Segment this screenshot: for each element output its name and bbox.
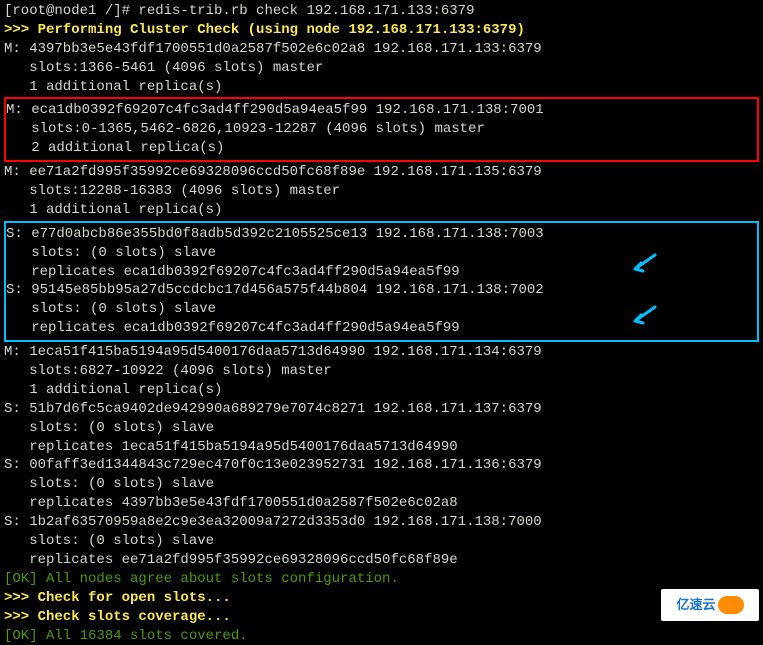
arrow-annotation-2: [629, 305, 657, 338]
ok-config-line: [OK] All nodes agree about slots configu…: [4, 570, 759, 589]
highlight-box-cyan: S: e77d0abcb86e355bd0f8adb5d392c2105525c…: [4, 221, 759, 342]
master-node-4-slots: slots:6827-10922 (4096 slots) master: [4, 362, 759, 381]
slave-node-1-id: S: e77d0abcb86e355bd0f8adb5d392c2105525c…: [6, 225, 757, 244]
slave-node-5-slots: slots: (0 slots) slave: [4, 532, 759, 551]
highlight-box-red: M: eca1db0392f69207c4fc3ad4ff290d5a94ea5…: [4, 97, 759, 162]
master-node-1-id: M: 4397bb3e5e43fdf1700551d0a2587f502e6c0…: [4, 40, 759, 59]
header-line: >>> Performing Cluster Check (using node…: [4, 21, 759, 40]
master-node-1-replicas: 1 additional replica(s): [4, 78, 759, 97]
slave-node-3-replicates: replicates 1eca51f415ba5194a95d5400176da…: [4, 438, 759, 457]
slave-node-4-replicates: replicates 4397bb3e5e43fdf1700551d0a2587…: [4, 494, 759, 513]
master-node-2-replicas: 2 additional replica(s): [6, 139, 757, 158]
slave-node-3-id: S: 51b7d6fc5ca9402de942990a689279e7074c8…: [4, 400, 759, 419]
cloud-icon: [718, 596, 744, 614]
master-node-2-slots: slots:0-1365,5462-6826,10923-12287 (4096…: [6, 120, 757, 139]
prompt-line: [root@node1 /]# redis-trib.rb check 192.…: [4, 2, 759, 21]
slave-node-4-id: S: 00faff3ed1344843c729ec470f0c13e023952…: [4, 456, 759, 475]
arrow-annotation-1: [629, 253, 657, 286]
master-node-3-slots: slots:12288-16383 (4096 slots) master: [4, 182, 759, 201]
slave-node-3-slots: slots: (0 slots) slave: [4, 419, 759, 438]
check-coverage-line: >>> Check slots coverage...: [4, 608, 759, 627]
check-open-slots-line: >>> Check for open slots...: [4, 589, 759, 608]
master-node-2-id: M: eca1db0392f69207c4fc3ad4ff290d5a94ea5…: [6, 101, 757, 120]
master-node-3-replicas: 1 additional replica(s): [4, 201, 759, 220]
ok-covered-line: [OK] All 16384 slots covered.: [4, 627, 759, 645]
master-node-4-replicas: 1 additional replica(s): [4, 381, 759, 400]
master-node-3-id: M: ee71a2fd995f35992ce69328096ccd50fc68f…: [4, 163, 759, 182]
watermark-text: 亿速云: [676, 596, 715, 614]
master-node-1-slots: slots:1366-5461 (4096 slots) master: [4, 59, 759, 78]
slave-node-4-slots: slots: (0 slots) slave: [4, 475, 759, 494]
watermark-logo: 亿速云: [661, 589, 759, 621]
slave-node-5-id: S: 1b2af63570959a8e2c9e3ea32009a7272d335…: [4, 513, 759, 532]
master-node-4-id: M: 1eca51f415ba5194a95d5400176daa5713d64…: [4, 343, 759, 362]
slave-node-5-replicates: replicates ee71a2fd995f35992ce69328096cc…: [4, 551, 759, 570]
